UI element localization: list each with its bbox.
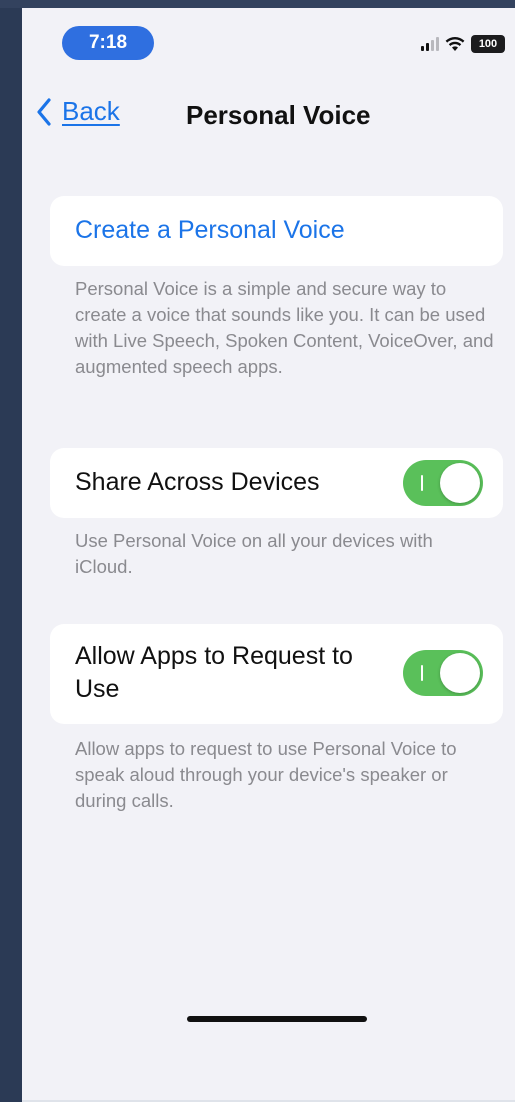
share-across-devices-row: Share Across Devices — [50, 448, 503, 518]
allow-apps-label: Allow Apps to Request to Use — [75, 642, 353, 703]
create-footnote: Personal Voice is a simple and secure wa… — [75, 278, 494, 377]
toggle-knob — [440, 463, 480, 503]
share-footnote: Use Personal Voice on all your devices w… — [75, 530, 433, 577]
chevron-left-icon — [36, 97, 52, 126]
create-personal-voice-button[interactable]: Create a Personal Voice — [75, 216, 345, 245]
allow-apps-row: Allow Apps to Request to Use — [50, 624, 503, 724]
screen: 7:18 100 Back Personal Voice Create a Pe… — [22, 8, 515, 1100]
back-label: Back — [62, 96, 120, 126]
toggle-on-mark — [421, 475, 423, 491]
device-bezel — [0, 0, 22, 1102]
wifi-icon — [445, 36, 465, 52]
toggle-knob — [440, 653, 480, 693]
device-bezel-top — [0, 0, 515, 8]
share-across-devices-toggle[interactable] — [403, 460, 483, 506]
status-icons: 100 — [421, 34, 505, 54]
status-time: 7:18 — [62, 26, 154, 60]
battery-icon: 100 — [471, 35, 505, 53]
create-voice-group: Create a Personal Voice — [50, 196, 503, 266]
page-title: Personal Voice — [186, 100, 371, 130]
share-across-devices-label: Share Across Devices — [75, 468, 320, 496]
back-button[interactable]: Back — [36, 96, 120, 127]
home-indicator[interactable] — [187, 1016, 367, 1022]
allow-apps-toggle[interactable] — [403, 650, 483, 696]
toggle-on-mark — [421, 665, 423, 681]
device-frame: 7:18 100 Back Personal Voice Create a Pe… — [0, 0, 515, 1102]
allow-footnote: Allow apps to request to use Personal Vo… — [75, 738, 457, 811]
signal-icon — [421, 37, 439, 51]
